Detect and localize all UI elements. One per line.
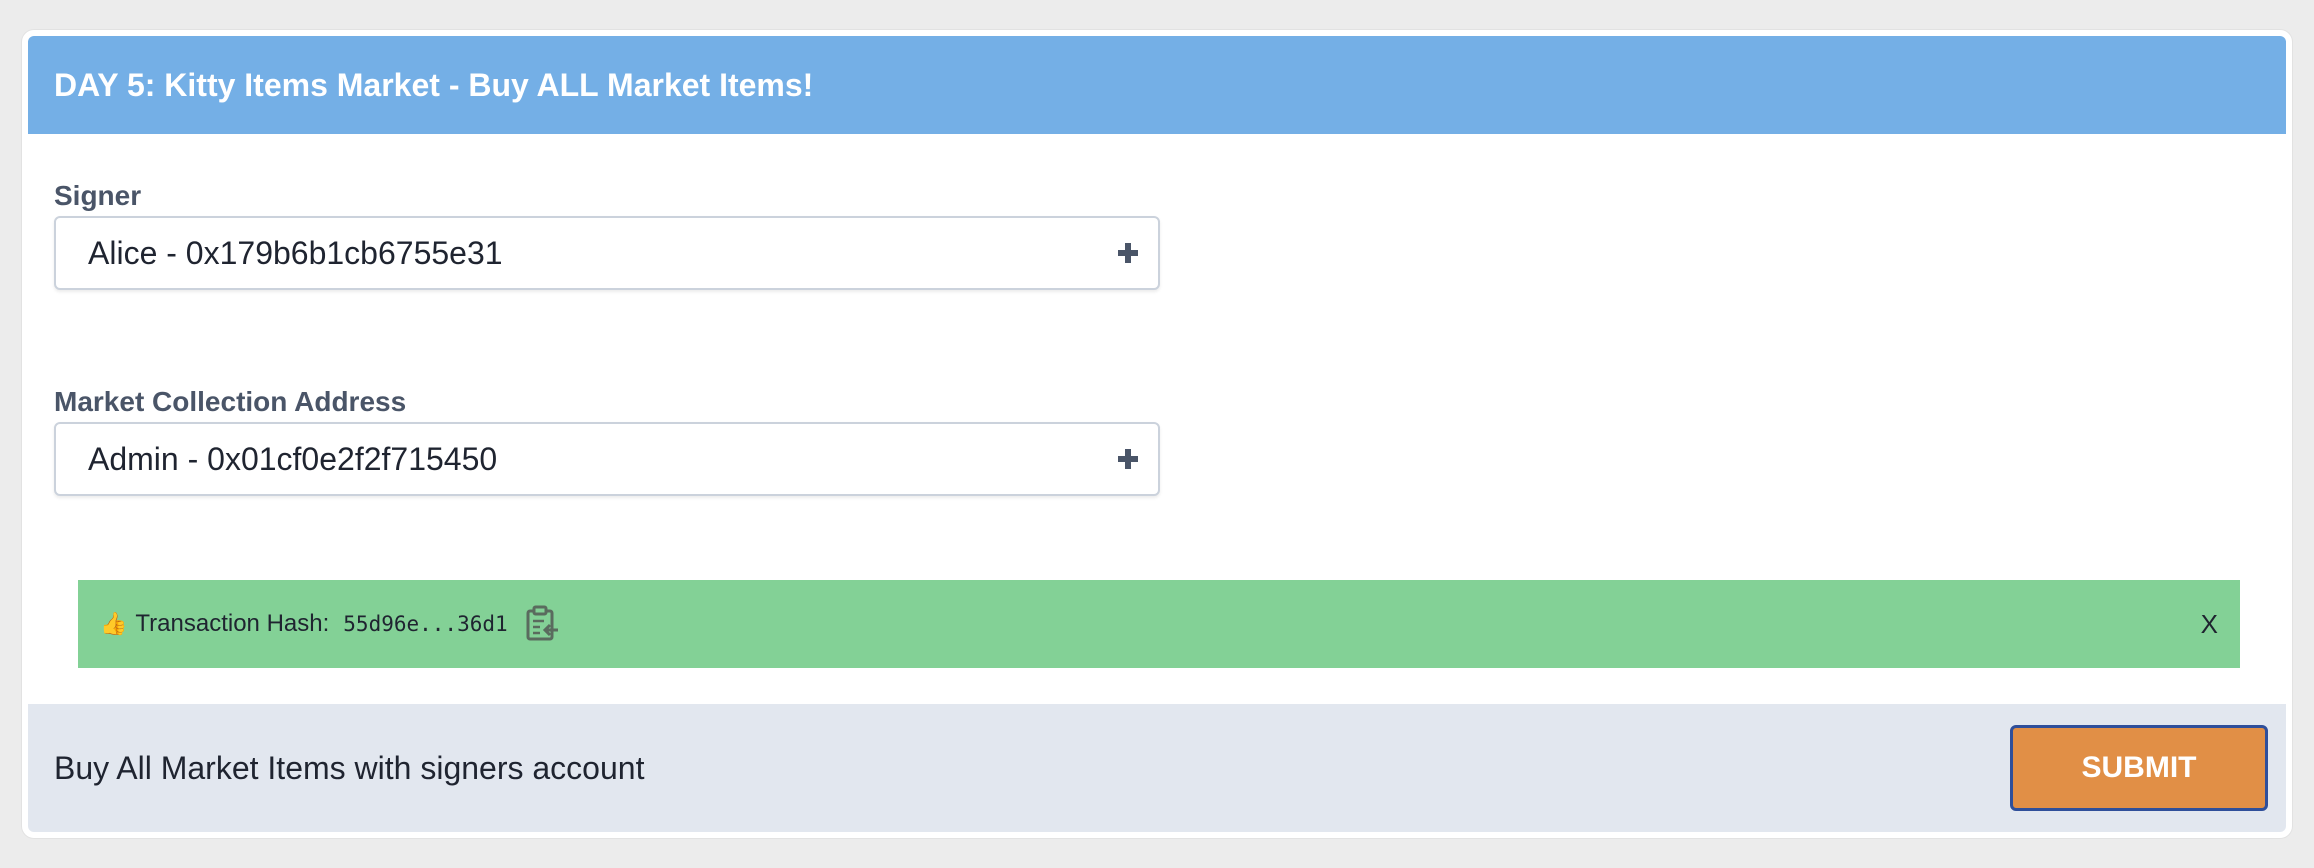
clipboard-icon[interactable] xyxy=(524,605,560,643)
signer-label: Signer xyxy=(54,180,142,211)
plus-icon xyxy=(1118,449,1138,469)
market-address-select[interactable]: Admin - 0x01cf0e2f2f715450 xyxy=(54,422,1160,496)
footer-description: Buy All Market Items with signers accoun… xyxy=(54,749,645,786)
transaction-hash-value: 55d96e...36d1 xyxy=(343,612,508,636)
transaction-card: DAY 5: Kitty Items Market - Buy ALL Mark… xyxy=(22,30,2292,838)
card-footer: Buy All Market Items with signers accoun… xyxy=(28,704,2286,832)
transaction-hash-label: Transaction Hash: xyxy=(135,610,330,637)
close-icon[interactable]: X xyxy=(2201,609,2218,640)
signer-select[interactable]: Alice - 0x179b6b1cb6755e31 xyxy=(54,216,1160,290)
signer-value: Alice - 0x179b6b1cb6755e31 xyxy=(88,234,503,271)
market-address-label: Market Collection Address xyxy=(54,386,407,417)
page-title: DAY 5: Kitty Items Market - Buy ALL Mark… xyxy=(54,66,814,103)
thumbs-up-icon: 👍 xyxy=(100,611,128,636)
submit-button[interactable]: SUBMIT xyxy=(2010,725,2268,811)
plus-icon xyxy=(1118,243,1138,263)
market-address-value: Admin - 0x01cf0e2f2f715450 xyxy=(88,440,498,477)
card-body: Signer Alice - 0x179b6b1cb6755e31 Market… xyxy=(28,134,2286,706)
card-header: DAY 5: Kitty Items Market - Buy ALL Mark… xyxy=(28,36,2286,134)
transaction-alert: 👍 Transaction Hash: 55d96e...36d1 X xyxy=(78,580,2240,668)
